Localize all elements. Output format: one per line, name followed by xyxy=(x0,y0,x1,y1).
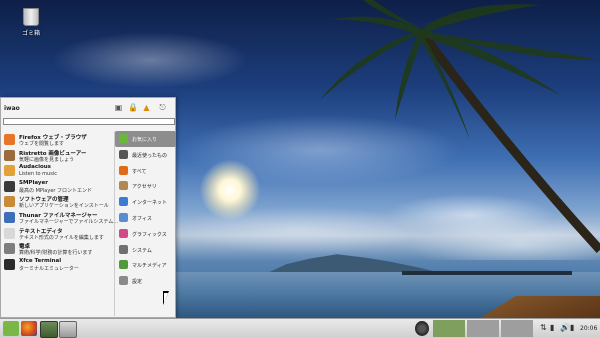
category-label: お気に入り xyxy=(132,137,158,143)
app-icon xyxy=(4,180,15,192)
computer-icon[interactable]: ▣ xyxy=(114,103,123,112)
power-tray-icon[interactable]: ▮ xyxy=(570,324,574,332)
category-label: オフィス xyxy=(132,215,152,222)
app-title: Xfce Terminal xyxy=(19,257,62,264)
clock[interactable]: 20:06 xyxy=(580,325,597,332)
category-label: すべて xyxy=(132,168,147,175)
app-icon xyxy=(4,227,15,239)
category-icon xyxy=(119,149,128,159)
app-description: ターミナルエミュレーター xyxy=(19,265,79,272)
app-item[interactable]: Thunar ファイルマネージャー ファイルマネージャーでファイルシステム... xyxy=(2,210,118,226)
lock-icon[interactable]: 🔒 xyxy=(128,103,138,112)
network-icon[interactable]: ⇅ xyxy=(540,324,547,332)
trash-icon xyxy=(23,8,39,26)
category-icon xyxy=(119,165,128,175)
category-label: 最近使ったもの xyxy=(132,152,168,159)
app-icon xyxy=(4,243,15,255)
app-icon xyxy=(4,258,15,270)
app-icon xyxy=(4,211,15,223)
category-icon xyxy=(119,260,128,270)
category-icon xyxy=(119,181,128,191)
category-icon xyxy=(119,244,128,254)
app-item[interactable]: Firefox ウェブ・ブラウザ ウェブを閲覧します xyxy=(2,132,112,148)
mint-menu-button[interactable] xyxy=(3,321,19,336)
workspace-1[interactable] xyxy=(433,320,465,337)
app-title: Audacious xyxy=(19,164,51,171)
app-item[interactable]: Xfce Terminal ターミナルエミュレーター xyxy=(2,257,112,273)
category-list: お気に入り最近使ったもの すべてアクセサリインターネット オフィスグラフィックス シス… xyxy=(114,131,176,316)
workspace-2[interactable] xyxy=(467,320,499,337)
volume-icon[interactable]: 🔊 xyxy=(560,324,570,332)
trash-desktop-icon[interactable]: ゴミ箱 xyxy=(18,8,44,37)
media-player-tray-icon[interactable] xyxy=(415,321,429,336)
app-icon xyxy=(4,165,15,177)
category-icon xyxy=(119,276,128,286)
app-item[interactable]: テキストエディタ テキスト形式のファイルを編集します xyxy=(2,226,112,242)
category-icon xyxy=(119,197,128,207)
category-icon xyxy=(119,228,128,238)
show-desktop-button[interactable] xyxy=(40,321,58,338)
app-title: SMPlayer xyxy=(19,179,48,186)
category-item[interactable]: 最近使ったもの xyxy=(115,147,176,163)
category-item[interactable]: マルチメディア xyxy=(115,257,176,273)
power-icon[interactable]: ⎋ xyxy=(158,103,167,112)
logout-icon[interactable]: ▲ xyxy=(142,103,151,112)
category-item[interactable]: オフィス xyxy=(115,210,176,226)
category-label: マルチメディア xyxy=(132,263,167,270)
category-item[interactable]: グラフィックス xyxy=(115,226,176,242)
file-manager-launcher-icon[interactable] xyxy=(59,321,77,338)
app-item[interactable]: 電卓 算術/科学/財務の計算を行います xyxy=(2,241,112,257)
app-item[interactable]: SMPlayer 最高の MPlayer フロントエンド xyxy=(2,179,112,195)
trash-label: ゴミ箱 xyxy=(21,30,40,37)
category-item[interactable]: 設定 xyxy=(115,273,176,289)
application-menu: iwao ▣ 🔒 ▲ ⎋ Firefox ウェブ・ブラウザ ウェブを閲覧します Ri… xyxy=(0,97,176,318)
category-item[interactable]: アクセサリ xyxy=(115,178,176,194)
favorites-list: Firefox ウェブ・ブラウザ ウェブを閲覧します Ristretto 画像ビュー… xyxy=(2,132,118,273)
search-input[interactable] xyxy=(3,118,175,125)
user-name: iwao xyxy=(4,105,20,112)
mouse-cursor xyxy=(163,291,169,305)
app-description: ウェブを閲覧します xyxy=(19,141,65,147)
category-item[interactable]: すべて xyxy=(115,163,176,179)
category-label: アクセサリ xyxy=(132,184,157,191)
firefox-launcher-icon[interactable] xyxy=(21,321,37,336)
app-item[interactable]: ソフトウェアの管理 新しいアプリケーションをインストール xyxy=(2,194,112,210)
taskbar: ⇅ ▮ 🔊 ▮ 20:06 xyxy=(0,318,600,338)
app-description: 気軽に画像を見ましょう xyxy=(19,156,75,163)
category-icon xyxy=(119,134,128,143)
category-item[interactable]: お気に入り xyxy=(115,131,176,147)
category-label: インターネット xyxy=(132,200,168,207)
app-description: 最高の MPlayer フロントエンド xyxy=(19,187,93,194)
category-item[interactable]: システム xyxy=(115,242,176,258)
category-label: グラフィックス xyxy=(132,231,167,238)
app-description: ファイルマネージャーでファイルシステム... xyxy=(19,218,118,225)
category-item[interactable]: インターネット xyxy=(115,194,176,210)
menu-header: iwao ▣ 🔒 ▲ ⎋ xyxy=(1,98,175,118)
signal-icon[interactable]: ▮ xyxy=(550,324,554,332)
app-item[interactable]: Audacious Listen to music xyxy=(2,163,112,179)
app-description: 算術/科学/財務の計算を行います xyxy=(19,250,93,257)
workspace-3[interactable] xyxy=(501,320,533,337)
app-icon xyxy=(4,149,15,161)
category-icon xyxy=(119,212,128,222)
app-description: テキスト形式のファイルを編集します xyxy=(19,234,104,241)
category-label: 設定 xyxy=(132,279,143,286)
app-description: Listen to music xyxy=(19,171,57,178)
app-description: 新しいアプリケーションをインストール xyxy=(19,203,109,210)
category-label: システム xyxy=(132,247,152,254)
app-item[interactable]: Ristretto 画像ビューアー 気軽に画像を見ましょう xyxy=(2,148,112,164)
app-icon xyxy=(4,196,15,208)
app-icon xyxy=(4,134,15,145)
